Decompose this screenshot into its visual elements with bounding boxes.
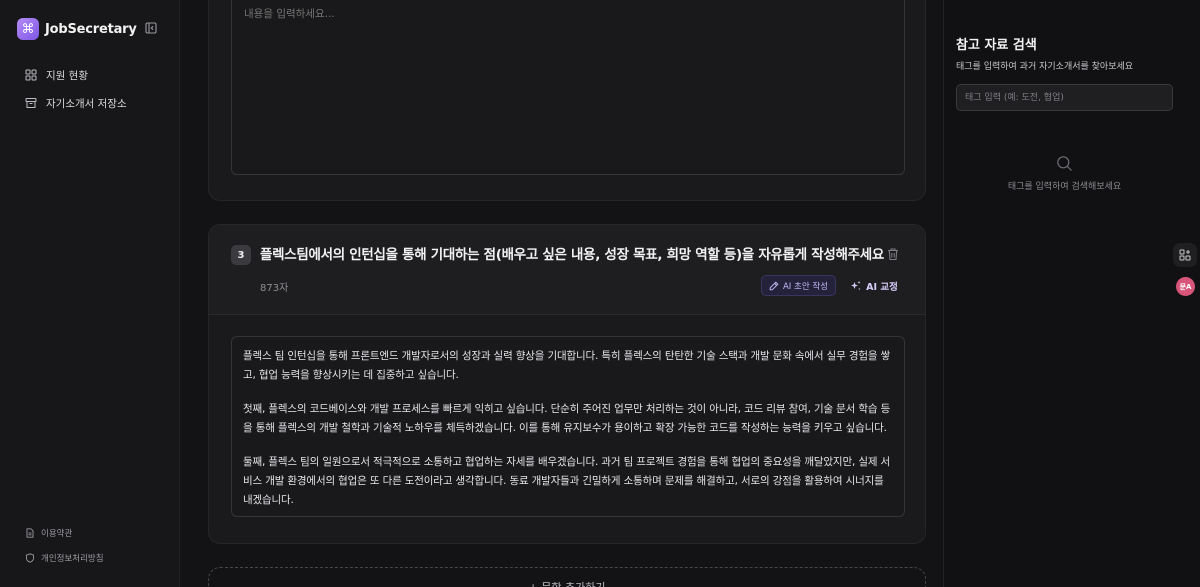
sidebar-item-label: 지원 현황	[46, 69, 88, 82]
privacy-policy-label: 개인정보처리방침	[41, 554, 104, 564]
ai-proofread-button[interactable]: AI 교정	[846, 275, 902, 296]
sidebar-item-label: 자기소개서 저장소	[46, 97, 127, 110]
answer-textarea[interactable]: 플렉스 팀 인턴십을 통해 프론트엔드 개발자로서의 성장과 실력 향상을 기대…	[231, 336, 905, 517]
trash-icon[interactable]	[886, 247, 900, 261]
search-icon	[1057, 156, 1072, 171]
answer-textarea-previous[interactable]	[231, 0, 905, 175]
ai-draft-label: AI 초안 작성	[782, 281, 828, 292]
question-card: 3 플렉스팀에서의 인턴십을 통해 기대하는 점(배우고 싶은 내용, 성장 목…	[208, 224, 926, 544]
translate-badge-icon[interactable]: 문A	[1176, 277, 1195, 296]
sidebar-item-applications[interactable]: 지원 현황	[14, 62, 166, 88]
answer-paragraph: 첫째, 플렉스의 코드베이스와 개발 프로세스를 빠르게 익히고 싶습니다. 단…	[243, 403, 891, 434]
document-icon	[26, 528, 34, 538]
floating-tool-button[interactable]	[1173, 243, 1197, 267]
pencil-icon	[769, 280, 779, 290]
shield-icon	[26, 553, 34, 563]
editor-main: 3 플렉스팀에서의 인턴십을 통해 기대하는 점(배우고 싶은 내용, 성장 목…	[180, 0, 943, 587]
privacy-policy-link[interactable]: 개인정보처리방침	[25, 552, 165, 564]
question-card-previous	[208, 0, 926, 201]
sidebar-nav: 지원 현황 자기소개서 저장소	[14, 62, 166, 118]
reference-panel: 참고 자료 검색 태그를 입력하여 과거 자기소개서를 찾아보세요 태그를 입력…	[943, 0, 1200, 587]
terms-label: 이용약관	[41, 529, 73, 539]
logo[interactable]: ⌘ JobSecretary	[17, 17, 163, 41]
sparkles-icon	[851, 280, 861, 290]
tag-search-input[interactable]	[956, 84, 1173, 111]
sidebar-item-cover-letter-storage[interactable]: 자기소개서 저장소	[14, 90, 166, 116]
layout-add-icon	[1179, 249, 1191, 261]
answer-paragraph: 플렉스 팀 인턴십을 통해 프론트엔드 개발자로서의 성장과 실력 향상을 기대…	[243, 350, 891, 381]
logo-command-icon: ⌘	[17, 18, 39, 40]
app-name: JobSecretary	[45, 21, 137, 37]
reference-subtitle: 태그를 입력하여 과거 자기소개서를 찾아보세요	[956, 62, 1134, 72]
question-title: 플렉스팀에서의 인턴십을 통해 기대하는 점(배우고 싶은 내용, 성장 목표,…	[260, 247, 884, 263]
char-count: 873자	[260, 283, 289, 294]
sidebar: ⌘ JobSecretary 지원 현황 자기소개서 저장소 이용약관 개인정보…	[0, 0, 180, 587]
reference-title: 참고 자료 검색	[956, 38, 1037, 53]
question-header: 3 플렉스팀에서의 인턴십을 통해 기대하는 점(배우고 싶은 내용, 성장 목…	[209, 225, 925, 315]
answer-paragraph: 둘째, 플렉스 팀의 일원으로서 적극적으로 소통하고 협업하는 자세를 배우겠…	[243, 456, 891, 506]
question-number: 3	[231, 245, 251, 265]
grid-icon	[25, 69, 37, 81]
ai-proofread-label: AI 교정	[866, 281, 898, 293]
ai-draft-button[interactable]: AI 초안 작성	[761, 275, 836, 296]
add-question-button[interactable]: + 문항 추가하기	[208, 567, 926, 587]
terms-link[interactable]: 이용약관	[25, 527, 165, 539]
add-question-label: + 문항 추가하기	[529, 579, 606, 587]
sidebar-collapse-icon[interactable]	[145, 22, 157, 34]
archive-icon	[25, 98, 37, 108]
empty-state-text: 태그를 입력하여 검색해보세요	[1007, 182, 1122, 192]
